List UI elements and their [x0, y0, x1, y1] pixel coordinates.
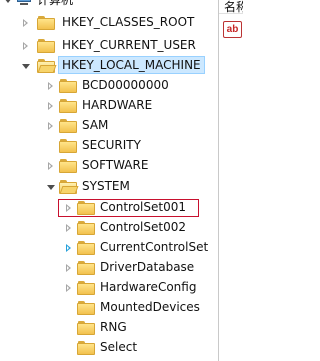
tree-item-label: HKEY_CLASSES_ROOT: [62, 15, 195, 29]
tree-item-label: DriverDatabase: [100, 260, 195, 274]
tree-root-computer[interactable]: 计算机: [0, 0, 219, 11]
tree-item-label: Select: [100, 340, 138, 354]
tree-item-label: SYSTEM: [82, 179, 130, 193]
string-value-icon[interactable]: ab: [223, 21, 242, 38]
expand-arrow-icon[interactable]: [46, 161, 56, 171]
tree-item-label: HARDWARE: [82, 98, 153, 112]
expand-arrow-icon[interactable]: [46, 121, 56, 131]
open-folder-icon: [59, 179, 79, 194]
tree-item-hardware[interactable]: HARDWARE: [0, 96, 219, 116]
tree-item-controlset002[interactable]: ControlSet002: [0, 218, 219, 238]
tree-item-label: SAM: [82, 118, 109, 132]
folder-icon: [59, 78, 77, 93]
folder-icon: [77, 260, 95, 275]
folder-icon: [59, 118, 77, 133]
tree-item-mounteddevices[interactable]: MountedDevices: [0, 298, 219, 318]
tree-item-bcd00000000[interactable]: BCD00000000: [0, 76, 219, 96]
folder-icon: [77, 320, 95, 335]
computer-icon: [16, 0, 32, 6]
registry-tree: 计算机 HKEY_CLASSES_ROOT HKEY_CURRENT_USER …: [0, 0, 219, 361]
expand-arrow-icon[interactable]: [64, 283, 74, 293]
expand-arrow-icon[interactable]: [64, 263, 74, 273]
tree-item-label: RNG: [100, 320, 127, 334]
expand-arrow-icon[interactable]: [21, 41, 31, 51]
expand-arrow-icon[interactable]: [64, 243, 74, 253]
expand-arrow-icon[interactable]: [64, 223, 74, 233]
tree-item-hkey-local-machine[interactable]: HKEY_LOCAL_MACHINE: [0, 56, 219, 76]
tree-item-label: HardwareConfig: [100, 280, 197, 294]
tree-item-label: ControlSet002: [100, 220, 186, 234]
expand-arrow-icon[interactable]: [46, 101, 56, 111]
folder-icon: [59, 98, 77, 113]
tree-item-currentcontrolset[interactable]: CurrentControlSet: [0, 238, 219, 258]
tree-item-label: CurrentControlSet: [100, 240, 209, 254]
folder-icon: [77, 280, 95, 295]
tree-item-label: BCD00000000: [82, 78, 169, 92]
folder-icon: [37, 15, 55, 30]
tree-item-label: HKEY_LOCAL_MACHINE: [58, 56, 205, 74]
tree-item-driverdatabase[interactable]: DriverDatabase: [0, 258, 219, 278]
tree-item-sam[interactable]: SAM: [0, 116, 219, 136]
column-header-name[interactable]: 名称: [219, 0, 243, 14]
tree-item-hardwareconfig[interactable]: HardwareConfig: [0, 278, 219, 298]
expand-arrow-icon[interactable]: [21, 18, 31, 28]
folder-icon: [59, 138, 77, 153]
values-pane: 名称 ab: [219, 0, 243, 361]
tree-item-system[interactable]: SYSTEM: [0, 177, 219, 197]
tree-item-security[interactable]: SECURITY: [0, 136, 219, 156]
annotation-highlight-box: [58, 199, 199, 217]
collapse-arrow-icon[interactable]: [46, 183, 56, 193]
folder-icon: [59, 158, 77, 173]
tree-item-software[interactable]: SOFTWARE: [0, 156, 219, 176]
tree-item-label: HKEY_CURRENT_USER: [62, 38, 196, 52]
tree-item-select[interactable]: Select: [0, 338, 219, 358]
open-folder-icon: [37, 58, 57, 73]
tree-item-label: 计算机: [37, 0, 74, 7]
folder-icon: [37, 38, 55, 53]
folder-icon: [77, 240, 95, 255]
collapse-arrow-icon[interactable]: [3, 0, 13, 6]
tree-item-label: SECURITY: [82, 138, 141, 152]
tree-item-hkey-current-user[interactable]: HKEY_CURRENT_USER: [0, 36, 219, 56]
tree-item-rng[interactable]: RNG: [0, 318, 219, 338]
column-header-label: 名称: [224, 0, 243, 14]
collapse-arrow-icon[interactable]: [21, 62, 31, 72]
expand-arrow-icon[interactable]: [46, 81, 56, 91]
folder-icon: [77, 340, 95, 355]
tree-item-label: SOFTWARE: [82, 158, 149, 172]
tree-item-label: MountedDevices: [100, 300, 200, 314]
folder-icon: [77, 220, 95, 235]
tree-item-hkey-classes-root[interactable]: HKEY_CLASSES_ROOT: [0, 13, 219, 33]
folder-icon: [77, 300, 95, 315]
